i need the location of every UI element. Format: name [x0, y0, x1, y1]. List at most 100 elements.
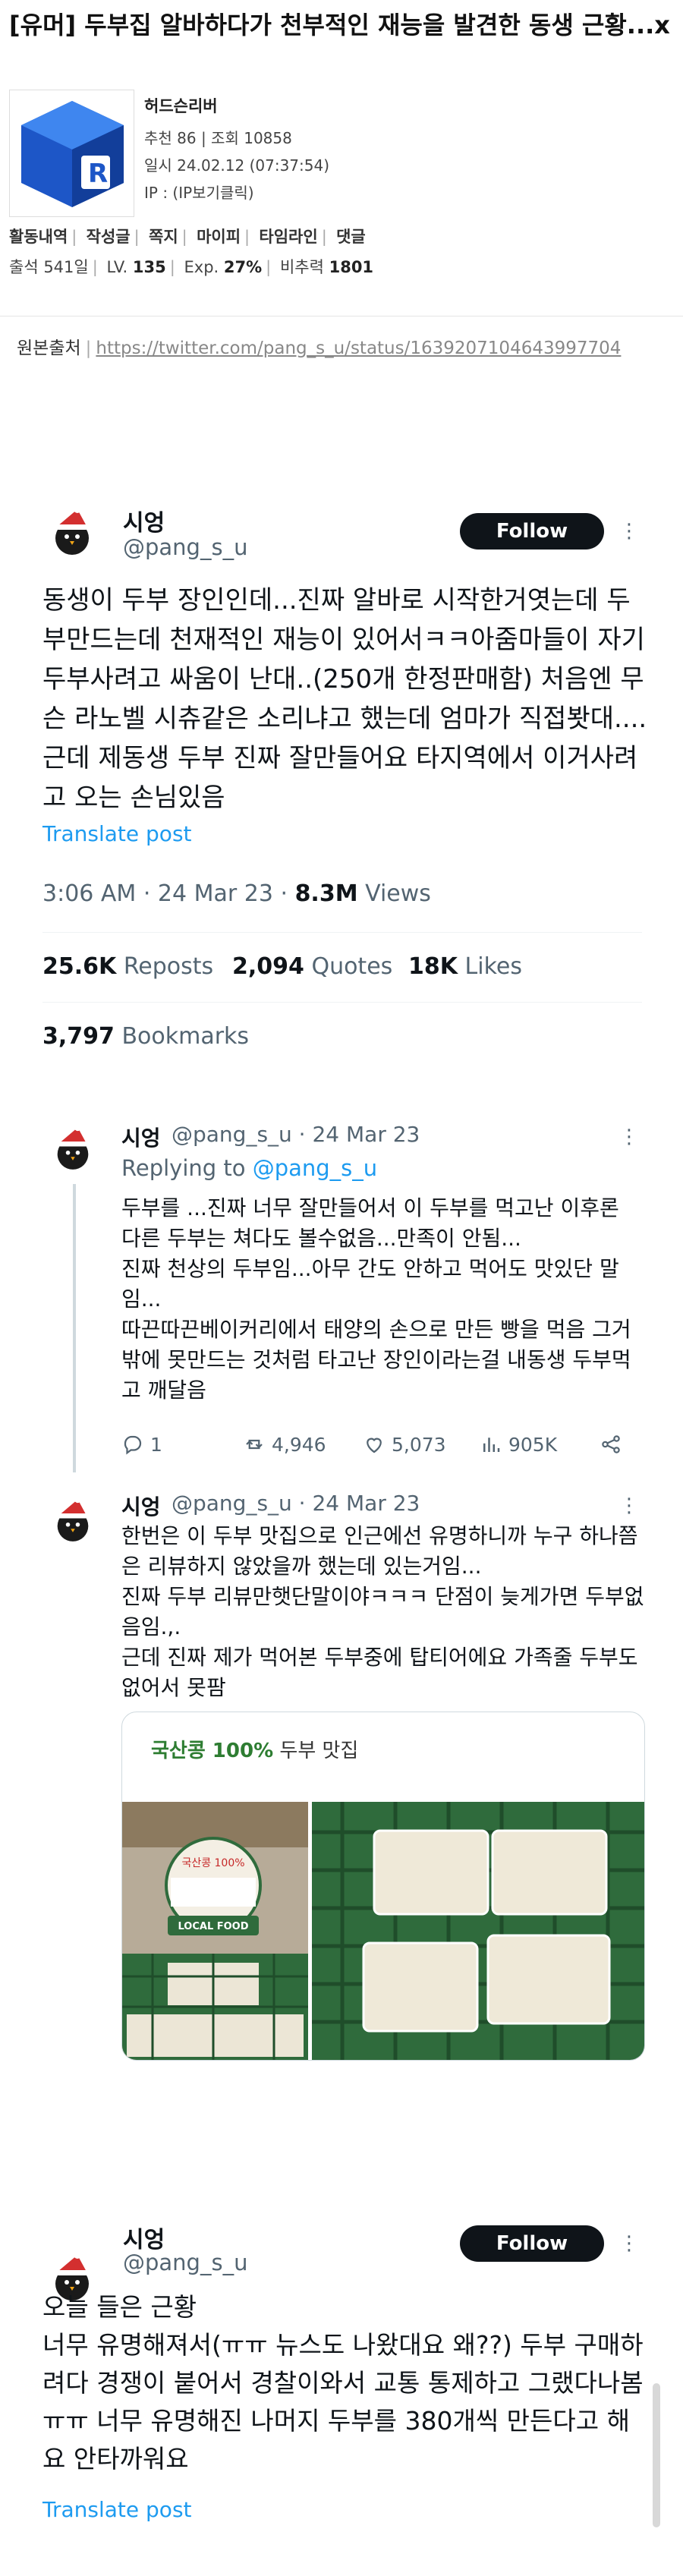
views-count: 8.3M [294, 880, 358, 907]
attendance: 출석 541일 [9, 258, 89, 276]
thread-line [73, 1184, 76, 1472]
message-link[interactable]: 쪽지 [149, 228, 178, 246]
share-action[interactable] [600, 1433, 622, 1456]
tweet-text: 오늘 들은 근황 너무 유명해져서(ㅠㅠ 뉴스도 나왔대요 왜??) 두부 구매… [42, 2288, 650, 2478]
reposts-stat[interactable]: 25.6K Reposts [42, 953, 213, 980]
santa-penguin-avatar[interactable] [46, 1123, 100, 1178]
comments-link[interactable]: 댓글 [336, 228, 366, 246]
tweet-author-name[interactable]: 시엉 [123, 504, 165, 537]
divider [42, 1002, 642, 1003]
exp-label: Exp. [184, 258, 219, 276]
media-card[interactable]: 국산콩 100% 두부 맛집 국산콩 100% LOCAL FOOD [121, 1712, 645, 2061]
quotes-count: 2,094 [232, 953, 304, 980]
reply-line: 두부를 ...진짜 너무 잘만들어서 이 두부를 먹고난 이후론 다른 두부는 … [121, 1195, 619, 1251]
quotes-stat[interactable]: 2,094 Quotes [232, 953, 392, 980]
tweet-author-handle[interactable]: @pang_s_u [123, 2250, 247, 2275]
reply-author-name[interactable]: 시엉 [121, 1122, 161, 1152]
reply-action[interactable]: 1 [121, 1433, 162, 1456]
santa-penguin-avatar[interactable] [46, 1495, 100, 1550]
svg-text:R: R [88, 159, 108, 189]
photo-sign-text: LOCAL FOOD [178, 1921, 248, 1932]
retweet-icon [246, 1439, 263, 1450]
reply-author-name[interactable]: 시엉 [121, 1491, 161, 1521]
reply-line: 한번은 이 두부 맛집으로 인근에선 유명하니까 누구 하나쯤은 리뷰하지 않았… [121, 1523, 638, 1579]
views-chart-icon [483, 1438, 500, 1452]
activity-link[interactable]: 활동내역 [9, 228, 68, 246]
level-label: LV. [106, 258, 128, 276]
reply-line: 진짜 천상의 두부임...아무 간도 안하고 먹어도 맛있단 말임... [121, 1256, 619, 1312]
media-caption-highlight: 국산콩 100% [151, 1740, 274, 1762]
follow-button[interactable]: Follow [460, 2225, 604, 2262]
reply-author-meta[interactable]: @pang_s_u · 24 Mar 23 [172, 1122, 420, 1147]
scrollbar-thumb[interactable] [653, 2383, 660, 2527]
santa-penguin-avatar[interactable] [42, 505, 102, 564]
reply-text: 두부를 ...진짜 너무 잘만들어서 이 두부를 먹고난 이후론 다른 두부는 … [121, 1193, 645, 1406]
author-name[interactable]: 허드슨리버 [144, 94, 218, 117]
likes-stat[interactable]: 18K Likes [408, 953, 522, 980]
author-stats: 출석 541일 | LV. 135 | Exp. 27% | 비추력 1801 [9, 258, 374, 276]
like-action[interactable]: 5,073 [363, 1433, 446, 1456]
like-count: 5,073 [392, 1433, 446, 1456]
source-link[interactable]: https://twitter.com/pang_s_u/status/1639… [96, 339, 621, 358]
heart-icon [367, 1438, 382, 1453]
reply-line: 진짜 두부 리뷰만햇단말이야ㅋㅋㅋ 단점이 늦게가면 두부없음임.,. [121, 1584, 644, 1639]
more-icon[interactable]: ⋮ [619, 1122, 639, 1152]
source-line: 원본출처 | https://twitter.com/pang_s_u/status… [17, 339, 622, 358]
replying-handle-link[interactable]: @pang_s_u [253, 1155, 377, 1181]
more-icon[interactable]: ⋮ [619, 2228, 639, 2259]
ratio-value: 1801 [329, 258, 374, 276]
post-date: 일시 24.02.12 (07:37:54) [144, 156, 330, 175]
post-title: [유머] 두부집 알바하다가 천부적인 재능을 발견한 동생 근황...x [9, 11, 670, 39]
likes-label: Likes [464, 953, 522, 980]
timeline-link[interactable]: 타임라인 [259, 228, 317, 246]
exp-value: 27% [223, 258, 263, 276]
views-count: 905K [508, 1433, 558, 1456]
reposts-count: 25.6K [42, 953, 117, 980]
tweet-line: 오늘 들은 근황 [42, 2292, 197, 2322]
activity-links: 활동내역 | 작성글 | 쪽지 | 마이피 | 타임라인 | 댓글 [9, 228, 366, 246]
tofu-packs-photo[interactable] [312, 1802, 644, 2060]
quotes-label: Quotes [311, 953, 393, 980]
translate-post-link[interactable]: Translate post [42, 2497, 192, 2522]
reply-icon [124, 1435, 142, 1455]
share-icon [602, 1435, 620, 1453]
reply-count: 1 [150, 1433, 162, 1456]
bookmarks-stat[interactable]: 3,797 Bookmarks [42, 1023, 249, 1050]
translate-post-link[interactable]: Translate post [42, 821, 192, 846]
reply-line: 근데 진짜 제가 먹어본 두부중에 탑티어에요 가족줄 두부도 없어서 못팜 [121, 1645, 638, 1700]
media-caption: 국산콩 100% 두부 맛집 [151, 1735, 358, 1763]
level-value: 135 [132, 258, 166, 276]
photo-sign-text: 국산콩 100% [181, 1857, 244, 1869]
bookmarks-count: 3,797 [42, 1023, 115, 1050]
more-icon[interactable]: ⋮ [619, 516, 639, 546]
ip-line[interactable]: IP : (IP보기클릭) [144, 181, 254, 203]
more-icon[interactable]: ⋮ [619, 1491, 639, 1521]
tweet-line: 너무 유명해져서(ㅠㅠ 뉴스도 나왔대요 왜??) 두부 구매하려다 경쟁이 붙… [42, 2330, 644, 2474]
ratio-label: 비추력 [279, 258, 324, 276]
retweet-action[interactable]: 4,946 [243, 1433, 326, 1456]
tweet-text: 동생이 두부 장인인데...진짜 알바로 시작한거엿는데 두부만드는데 천재적인… [42, 585, 647, 813]
divider [42, 932, 642, 933]
views-action[interactable]: 905K [480, 1433, 557, 1456]
reply-text: 한번은 이 두부 맛집으로 인근에선 유명하니까 누구 하나쯤은 리뷰하지 않았… [121, 1521, 645, 1703]
replying-prefix: Replying to [121, 1155, 253, 1181]
tweet-time[interactable]: 3:06 AM · 24 Mar 23 · [42, 880, 295, 907]
replying-to: Replying to @pang_s_u [121, 1155, 377, 1181]
retweet-count: 4,946 [272, 1433, 326, 1456]
likes-count: 18K [408, 953, 458, 980]
bookmarks-label: Bookmarks [121, 1023, 250, 1050]
author-box: R 허드슨리버 추천 86 | 조회 10858 일시 24.02.12 (07… [9, 90, 674, 287]
reposts-label: Reposts [123, 953, 214, 980]
tweet-author-handle[interactable]: @pang_s_u [123, 534, 247, 560]
reply-author-meta[interactable]: @pang_s_u · 24 Mar 23 [172, 1491, 420, 1516]
views-label: Views [357, 880, 431, 907]
follow-button[interactable]: Follow [460, 513, 604, 550]
mypi-link[interactable]: 마이피 [197, 228, 241, 246]
media-caption-text: 두부 맛집 [273, 1740, 359, 1762]
reply-line: 따끈따끈베이커리에서 태양의 손으로 만든 빵을 먹음 그거밖에 못만드는 것처… [121, 1317, 631, 1403]
store-shelf-photo[interactable]: 국산콩 100% LOCAL FOOD [122, 1802, 308, 2060]
level-logo-icon: R [9, 90, 134, 217]
tweet-timestamp: 3:06 AM · 24 Mar 23 · 8.3M Views [42, 880, 431, 907]
posts-link[interactable]: 작성글 [87, 228, 131, 246]
recommend-views: 추천 86 | 조회 10858 [144, 129, 292, 147]
